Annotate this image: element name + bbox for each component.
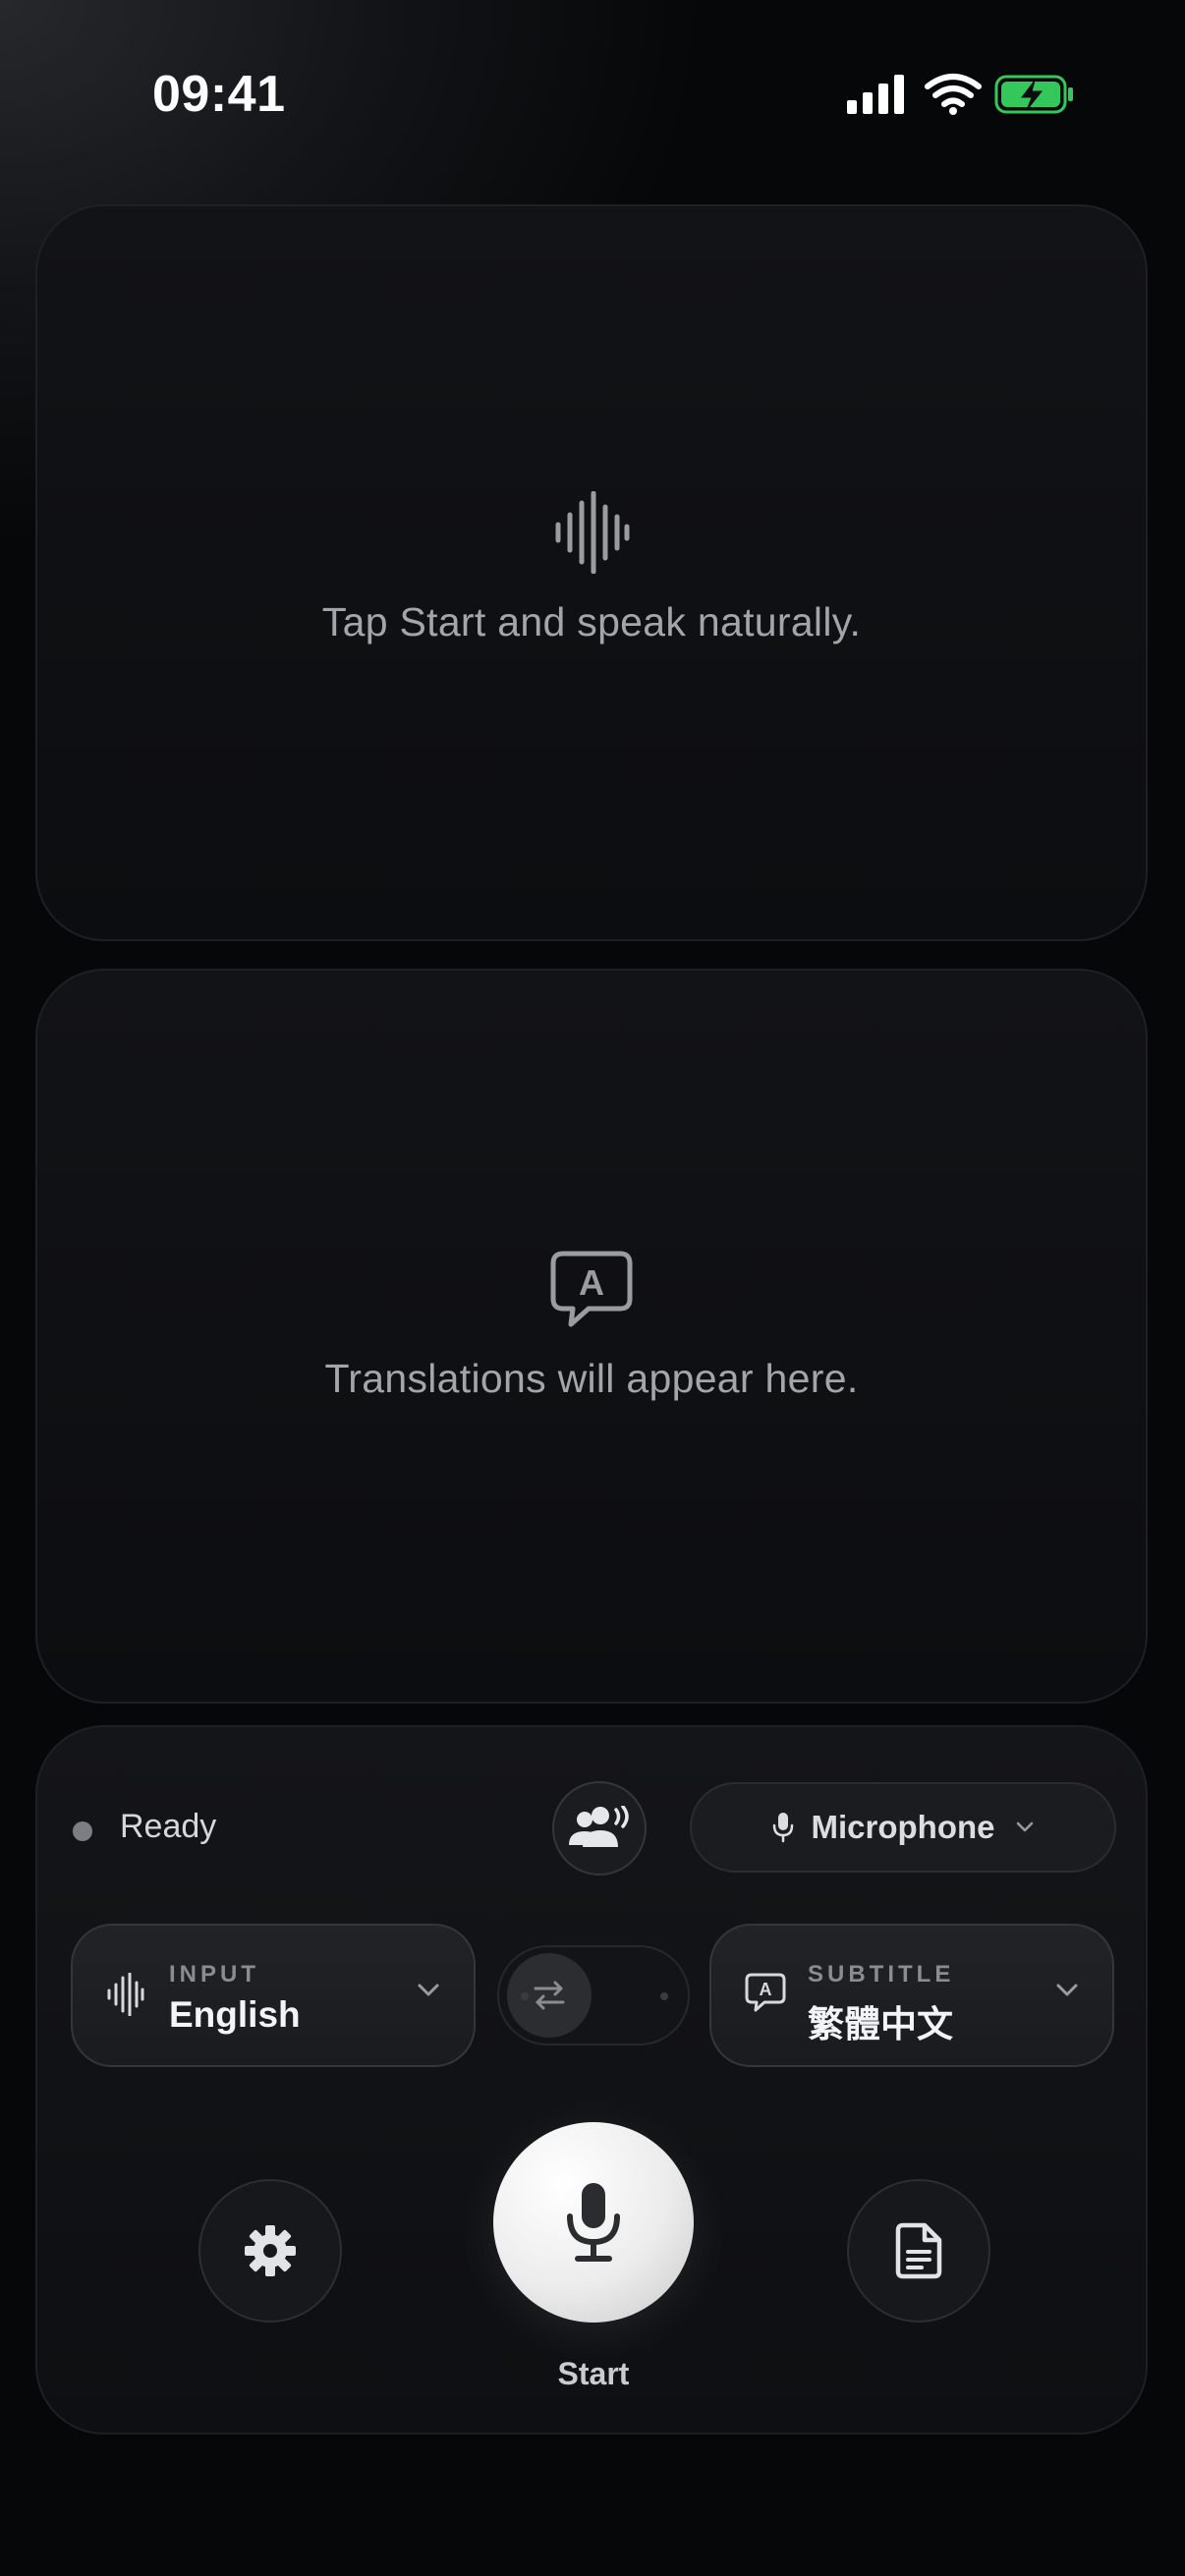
translate-bubble-icon: A bbox=[745, 1973, 786, 2012]
status-indicator-dot bbox=[73, 1821, 92, 1841]
transcript-panel: Tap Start and speak naturally. bbox=[35, 204, 1148, 941]
waveform-icon bbox=[107, 1973, 144, 2016]
status-bar: 09:41 bbox=[0, 0, 1185, 196]
swap-toggle-knob[interactable] bbox=[507, 1953, 592, 2038]
swap-arrows-icon bbox=[534, 1981, 565, 2010]
status-label: Ready bbox=[120, 1808, 217, 1845]
speaker-mode-button[interactable] bbox=[552, 1781, 647, 1876]
start-label: Start bbox=[557, 2356, 630, 2391]
input-language-caption: INPUT bbox=[169, 1961, 259, 1988]
waveform-icon bbox=[555, 491, 630, 574]
subtitle-language-value: 繁體中文 bbox=[808, 2004, 953, 2044]
battery-charging-icon bbox=[994, 75, 1073, 114]
subtitle-language-caption: SUBTITLE bbox=[808, 1961, 955, 1988]
swap-toggle-dot-left bbox=[521, 1992, 529, 2000]
audio-source-select[interactable]: Microphone bbox=[690, 1782, 1116, 1873]
swap-toggle-dot-right bbox=[660, 1992, 668, 2000]
chevron-down-icon bbox=[1016, 1821, 1033, 1832]
subtitle-language-select[interactable]: A SUBTITLE 繁體中文 bbox=[709, 1924, 1114, 2067]
translation-placeholder-text: Translations will appear here. bbox=[324, 1356, 859, 1401]
transcript-placeholder-text: Tap Start and speak naturally. bbox=[321, 599, 862, 644]
swap-languages-toggle[interactable] bbox=[497, 1945, 690, 2045]
transcript-placeholder: Tap Start and speak naturally. bbox=[37, 491, 1146, 645]
cellular-signal-icon bbox=[847, 75, 904, 114]
app-screen: 09:41 Tap Start and speak naturally. A T… bbox=[0, 0, 1185, 2576]
transcript-document-button[interactable] bbox=[847, 2179, 990, 2323]
chevron-down-icon bbox=[1056, 1984, 1078, 1996]
input-language-select[interactable]: INPUT English bbox=[71, 1924, 476, 2067]
controls-panel: Ready Microphone INPUT English A SUBTITL… bbox=[35, 1725, 1148, 2435]
audio-source-label: Microphone bbox=[811, 1809, 995, 1845]
gear-icon bbox=[245, 2225, 296, 2276]
status-time: 09:41 bbox=[152, 66, 286, 123]
translation-panel: A Translations will appear here. bbox=[35, 969, 1148, 1704]
svg-text:A: A bbox=[579, 1262, 604, 1303]
svg-text:A: A bbox=[760, 1980, 772, 1999]
chevron-down-icon bbox=[418, 1984, 439, 1996]
translate-bubble-icon: A bbox=[550, 1251, 633, 1327]
document-icon bbox=[895, 2222, 942, 2279]
wifi-icon bbox=[925, 74, 982, 115]
input-language-value: English bbox=[169, 1994, 301, 2035]
translation-placeholder: A Translations will appear here. bbox=[37, 1250, 1146, 1402]
status-icons bbox=[845, 71, 1081, 120]
start-button[interactable] bbox=[493, 2122, 694, 2323]
people-speaking-icon bbox=[569, 1806, 629, 1847]
microphone-icon bbox=[567, 2183, 620, 2262]
microphone-icon bbox=[772, 1813, 793, 1843]
settings-button[interactable] bbox=[198, 2179, 342, 2323]
